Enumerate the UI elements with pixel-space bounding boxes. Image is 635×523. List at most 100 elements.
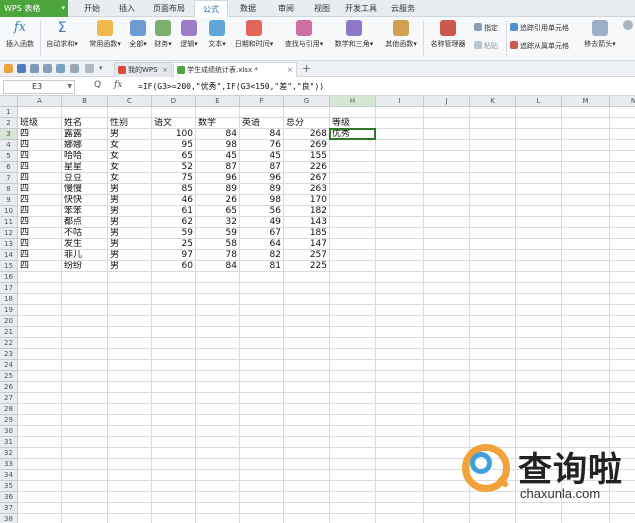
cell-F12[interactable]: 67 [240, 228, 283, 239]
cell-F9[interactable]: 98 [240, 195, 283, 206]
row-header[interactable]: 11 [0, 217, 18, 228]
row-header[interactable]: 26 [0, 382, 18, 393]
cell-G12[interactable]: 185 [284, 228, 329, 239]
cell-F11[interactable]: 49 [240, 217, 283, 228]
cell-B13[interactable]: 发生 [62, 239, 107, 250]
cell-A4[interactable]: 四 [18, 140, 61, 151]
cell-C14[interactable]: 男 [108, 250, 151, 261]
cell-D11[interactable]: 62 [152, 217, 195, 228]
cell-E12[interactable]: 59 [196, 228, 239, 239]
cell-H7[interactable] [330, 173, 375, 184]
cell-B6[interactable]: 星星 [62, 162, 107, 173]
cell-B4[interactable]: 娜娜 [62, 140, 107, 151]
row-header[interactable]: 31 [0, 437, 18, 448]
cell-G14[interactable]: 257 [284, 250, 329, 261]
cell-C7[interactable]: 女 [108, 173, 151, 184]
cell-G10[interactable]: 182 [284, 206, 329, 217]
row-header[interactable]: 24 [0, 360, 18, 371]
cell-H2[interactable]: 等级 [330, 118, 375, 129]
column-header[interactable]: A [18, 96, 62, 107]
logic-button[interactable]: 逻辑▾ [178, 20, 200, 58]
cell-A5[interactable]: 四 [18, 151, 61, 162]
cell-G7[interactable]: 267 [284, 173, 329, 184]
row-header[interactable]: 32 [0, 448, 18, 459]
cell-G6[interactable]: 226 [284, 162, 329, 173]
tab-cloud[interactable]: 云服务 [386, 0, 420, 17]
cell-E6[interactable]: 87 [196, 162, 239, 173]
cell-D4[interactable]: 95 [152, 140, 195, 151]
cell-D3[interactable]: 100 [152, 129, 195, 140]
cell-D7[interactable]: 75 [152, 173, 195, 184]
row-header[interactable]: 23 [0, 349, 18, 360]
finance-button[interactable]: 财务▾ [152, 20, 174, 58]
formula-input[interactable]: =IF(G3>=200,"优秀",IF(G3<150,"差","良")) [138, 80, 632, 94]
row-header[interactable]: 16 [0, 272, 18, 283]
cell-G9[interactable]: 170 [284, 195, 329, 206]
row-header[interactable]: 17 [0, 283, 18, 294]
cell-A10[interactable]: 四 [18, 206, 61, 217]
row-header[interactable]: 27 [0, 393, 18, 404]
cell-E2[interactable]: 数学 [196, 118, 239, 129]
cell-D5[interactable]: 65 [152, 151, 195, 162]
cell-H10[interactable] [330, 206, 375, 217]
cell-G2[interactable]: 总分 [284, 118, 329, 129]
zoom-icon[interactable]: Q [94, 80, 101, 90]
cell-F7[interactable]: 96 [240, 173, 283, 184]
cell-G3[interactable]: 268 [284, 129, 329, 140]
row-header[interactable]: 34 [0, 470, 18, 481]
cell-B11[interactable]: 都点 [62, 217, 107, 228]
cell-C10[interactable]: 男 [108, 206, 151, 217]
column-header[interactable]: L [516, 96, 562, 107]
column-header[interactable]: I [376, 96, 424, 107]
cell-F3[interactable]: 84 [240, 129, 283, 140]
autosum-button[interactable]: Σ 自动求和▾ [42, 20, 82, 58]
row-header[interactable]: 38 [0, 514, 18, 523]
cell-C12[interactable]: 男 [108, 228, 151, 239]
cell-D13[interactable]: 25 [152, 239, 195, 250]
common-functions-button[interactable]: 常用函数▾ [84, 20, 126, 58]
cell-F15[interactable]: 81 [240, 261, 283, 272]
lookup-button[interactable]: 查找与引用▾ [282, 20, 326, 58]
column-header[interactable]: M [562, 96, 610, 107]
print-icon[interactable] [43, 64, 52, 73]
column-header[interactable]: J [424, 96, 470, 107]
math-button[interactable]: 数学和三角▾ [330, 20, 378, 58]
cell-H3[interactable]: 优秀 [330, 129, 375, 140]
all-functions-button[interactable]: 全部▾ [127, 20, 149, 58]
cell-H4[interactable] [330, 140, 375, 151]
cell-F14[interactable]: 82 [240, 250, 283, 261]
cell-E3[interactable]: 84 [196, 129, 239, 140]
cell-G4[interactable]: 269 [284, 140, 329, 151]
chevron-down-icon[interactable]: ▾ [99, 64, 108, 73]
column-header[interactable]: D [152, 96, 196, 107]
insert-function-button[interactable]: fx 插入函数 [2, 20, 38, 58]
cell-C5[interactable]: 女 [108, 151, 151, 162]
cell-D2[interactable]: 语文 [152, 118, 195, 129]
cell-G15[interactable]: 225 [284, 261, 329, 272]
column-header[interactable]: H [330, 96, 376, 107]
cell-C11[interactable]: 男 [108, 217, 151, 228]
cell-B14[interactable]: 菲儿 [62, 250, 107, 261]
cell-C3[interactable]: 男 [108, 129, 151, 140]
cell-A12[interactable]: 四 [18, 228, 61, 239]
paste-names-button[interactable]: 粘贴 [474, 41, 498, 51]
tab-page-layout[interactable]: 页面布局 [148, 0, 190, 17]
cell-F8[interactable]: 89 [240, 184, 283, 195]
cell-A15[interactable]: 四 [18, 261, 61, 272]
select-all-corner[interactable] [0, 96, 18, 107]
chevron-down-icon[interactable]: ▼ [67, 81, 72, 93]
column-header[interactable]: G [284, 96, 330, 107]
tab-review[interactable]: 审阅 [272, 0, 300, 17]
row-header[interactable]: 36 [0, 492, 18, 503]
row-header[interactable]: 2 [0, 118, 18, 129]
trace-dependents-button[interactable]: 追踪从属单元格 [510, 41, 569, 51]
cell-C4[interactable]: 女 [108, 140, 151, 151]
row-header[interactable]: 30 [0, 426, 18, 437]
specify-button[interactable]: 指定 [474, 23, 498, 33]
row-header[interactable]: 10 [0, 206, 18, 217]
cell-E5[interactable]: 45 [196, 151, 239, 162]
cell-H14[interactable] [330, 250, 375, 261]
cell-A2[interactable]: 班级 [18, 118, 61, 129]
column-header[interactable]: K [470, 96, 516, 107]
cell-C13[interactable]: 男 [108, 239, 151, 250]
